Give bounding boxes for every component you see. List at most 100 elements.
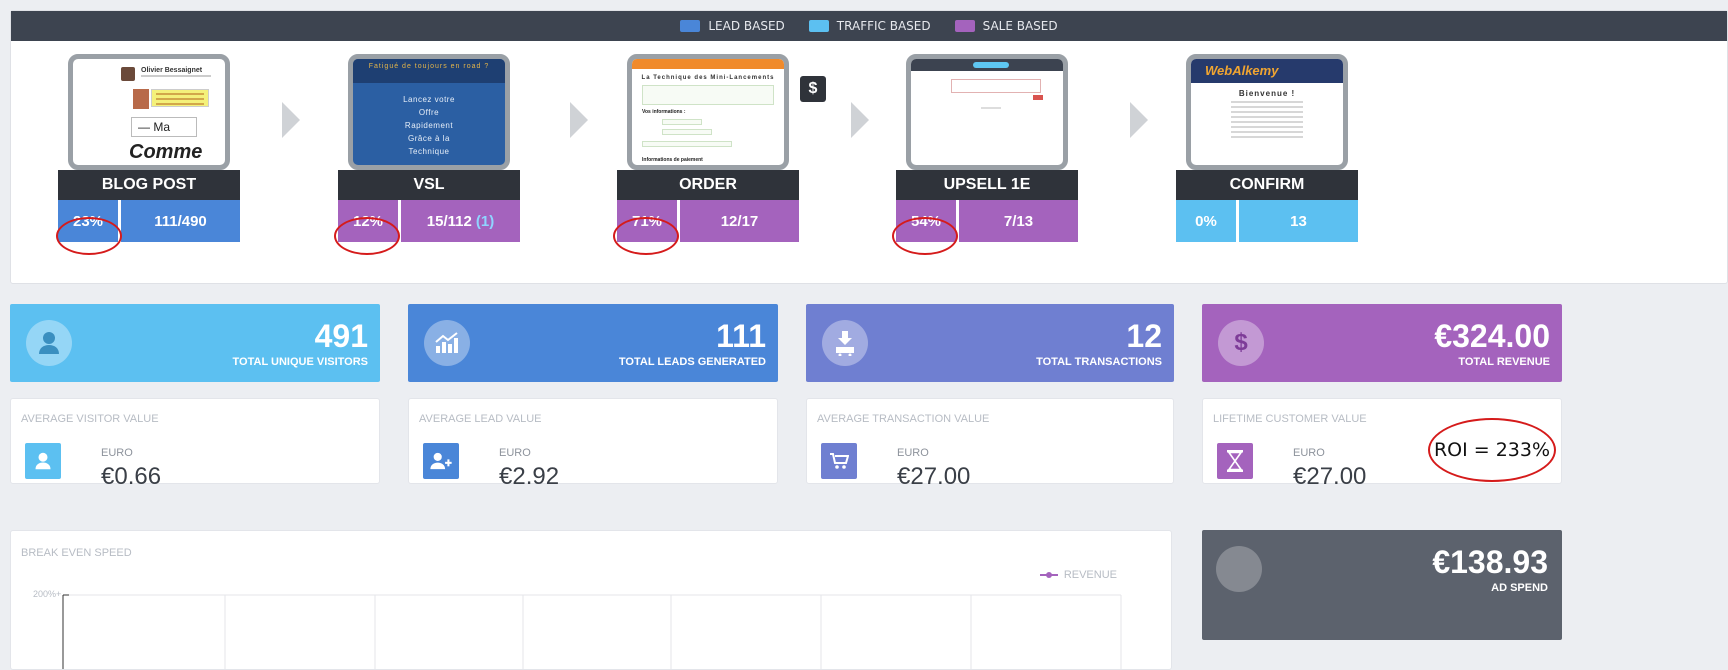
value-card-lead: AVERAGE LEAD VALUE EURO €2.92 xyxy=(408,398,778,490)
upsell-logo xyxy=(973,62,1009,68)
funnel-step-blog-post[interactable]: Olivier Bessaignet — Ma Comme BLOG POST … xyxy=(58,54,240,242)
stat-card-revenue: $ €324.00 TOTAL REVENUE xyxy=(1202,304,1562,382)
value-amount: €27.00 xyxy=(1293,463,1367,490)
stat-value: 111 xyxy=(716,318,766,354)
value-card-title: AVERAGE VISITOR VALUE xyxy=(21,413,159,425)
webalkemy-logo: WebAlkemy xyxy=(1205,63,1279,78)
legend-item-sale: SALE BASED xyxy=(954,19,1058,33)
cart-download-icon xyxy=(822,320,868,366)
step-conversion-count: 15/112 (1) xyxy=(401,200,520,242)
step-count-value: 111/490 xyxy=(154,212,207,230)
stat-label: TOTAL LEADS GENERATED xyxy=(618,356,766,368)
dollar-icon: $ xyxy=(800,76,826,102)
stat-card-ad-spend: €138.93 AD SPEND xyxy=(1202,530,1562,640)
value-card-title: AVERAGE TRANSACTION VALUE xyxy=(817,413,990,425)
stat-value: €138.93 xyxy=(1432,544,1548,580)
funnel-step-order[interactable]: La Technique des Mini-Lancements Vos inf… xyxy=(617,54,799,242)
step-thumbnail-blog-post[interactable]: Olivier Bessaignet — Ma Comme xyxy=(68,54,230,170)
vsl-line: Offre xyxy=(418,108,440,117)
user-icon xyxy=(25,443,61,479)
legend-label-sale: SALE BASED xyxy=(982,19,1058,33)
step-count-value: 13 xyxy=(1290,212,1307,230)
step-conversion-count: 7/13 xyxy=(959,200,1078,242)
step-title: ORDER xyxy=(617,170,799,200)
annotation-circle xyxy=(334,217,400,255)
step-arrow-icon xyxy=(1130,102,1148,138)
vsl-headline: Fatigué de toujours en road ? xyxy=(353,59,505,83)
value-card-visitor: AVERAGE VISITOR VALUE EURO €0.66 xyxy=(10,398,380,490)
vsl-line: Grâce à la xyxy=(408,134,450,143)
value-unit: EURO xyxy=(101,447,133,459)
funnel-step-confirm[interactable]: WebAlkemy Bienvenue ! CONFIRM 0% 13 xyxy=(1176,54,1358,242)
value-card-title: AVERAGE LEAD VALUE xyxy=(419,413,542,425)
legend-label-traffic: TRAFFIC BASED xyxy=(836,19,931,33)
vsl-line: Rapidement xyxy=(404,121,454,130)
author-avatar xyxy=(121,67,135,81)
step-conversion-count: 13 xyxy=(1239,200,1358,242)
chart-grid xyxy=(62,594,1122,669)
stat-card-leads: 111 TOTAL LEADS GENERATED xyxy=(408,304,778,382)
highlight-box xyxy=(151,89,209,107)
value-amount: €0.66 xyxy=(101,463,162,490)
step-conversion-count: 111/490 xyxy=(121,200,240,242)
hourglass-icon xyxy=(1217,443,1253,479)
chart-up-icon xyxy=(424,320,470,366)
stat-label: TOTAL UNIQUE VISITORS xyxy=(232,356,368,368)
stat-card-visitors: 491 TOTAL UNIQUE VISITORS xyxy=(10,304,380,382)
cart-icon xyxy=(821,443,857,479)
vsl-line: Lancez votre xyxy=(403,95,455,104)
break-even-chart: BREAK EVEN SPEED REVENUE 200%+ xyxy=(10,530,1172,670)
step-conversion-count: 12/17 xyxy=(680,200,799,242)
annotation-circle xyxy=(56,217,122,255)
step-count-value: 7/13 xyxy=(1003,212,1034,230)
legend-label-lead: LEAD BASED xyxy=(708,19,785,33)
step-thumbnail-confirm[interactable]: WebAlkemy Bienvenue ! xyxy=(1186,54,1348,170)
legend-swatch-sale xyxy=(954,20,975,32)
value-unit: EURO xyxy=(1293,447,1325,459)
funnel-panel: LEAD BASED TRAFFIC BASED SALE BASED xyxy=(10,10,1728,284)
step-arrow-icon xyxy=(570,102,588,138)
step-conversion-pct: 0% xyxy=(1176,200,1236,242)
stat-label: TOTAL TRANSACTIONS xyxy=(1036,356,1162,368)
subtitle-line xyxy=(141,75,211,77)
step-count-extra[interactable]: (1) xyxy=(476,213,494,230)
stat-value: 12 xyxy=(1126,318,1162,354)
step-arrow-icon xyxy=(851,102,869,138)
stat-value: €324.00 xyxy=(1434,318,1550,354)
funnel-step-vsl[interactable]: Fatigué de toujours en road ? Lancez vot… xyxy=(338,54,520,242)
step-thumbnail-upsell[interactable] xyxy=(906,54,1068,170)
funnel-step-upsell[interactable]: UPSELL 1E 54% 7/13 xyxy=(896,54,1078,242)
stat-label: TOTAL REVENUE xyxy=(1458,356,1550,368)
stat-card-transactions: 12 TOTAL TRANSACTIONS xyxy=(806,304,1174,382)
confirm-heading: Bienvenue ! xyxy=(1238,89,1296,98)
legend-item-lead: LEAD BASED xyxy=(680,19,785,33)
comment-input-preview: — Ma xyxy=(131,117,197,137)
legend-item-traffic: TRAFFIC BASED xyxy=(808,19,931,33)
step-title: UPSELL 1E xyxy=(896,170,1078,200)
legend-swatch-traffic xyxy=(808,20,829,32)
funnel-legend: LEAD BASED TRAFFIC BASED SALE BASED xyxy=(11,11,1727,41)
wallet-icon xyxy=(1216,546,1262,592)
vsl-line: Technique xyxy=(408,147,450,156)
annotation-circle xyxy=(613,217,679,255)
comment-heading-preview: Comme xyxy=(129,141,203,163)
roi-annotation: ROI = 233% xyxy=(1428,418,1556,482)
vsl-body: Lancez votre Offre Rapidement Grâce à la… xyxy=(353,83,505,158)
step-thumbnail-order[interactable]: La Technique des Mini-Lancements Vos inf… xyxy=(627,54,789,170)
step-title: BLOG POST xyxy=(58,170,240,200)
user-icon xyxy=(26,320,72,366)
value-amount: €27.00 xyxy=(897,463,971,490)
step-count-value: 12/17 xyxy=(720,212,759,230)
step-thumbnail-vsl[interactable]: Fatigué de toujours en road ? Lancez vot… xyxy=(348,54,510,170)
step-stats: 0% 13 xyxy=(1176,200,1358,242)
value-unit: EURO xyxy=(897,447,929,459)
order-page-title: La Technique des Mini-Lancements xyxy=(641,75,775,81)
value-amount: €2.92 xyxy=(499,463,560,490)
order-info-label: Vos informations : xyxy=(642,109,686,115)
author-name: Olivier Bessaignet xyxy=(141,67,203,74)
stat-label: AD SPEND xyxy=(1491,582,1548,594)
step-title: CONFIRM xyxy=(1176,170,1358,200)
stat-value: 491 xyxy=(314,318,368,354)
order-payment-label: Informations de paiement xyxy=(642,157,703,163)
step-arrow-icon xyxy=(282,102,300,138)
